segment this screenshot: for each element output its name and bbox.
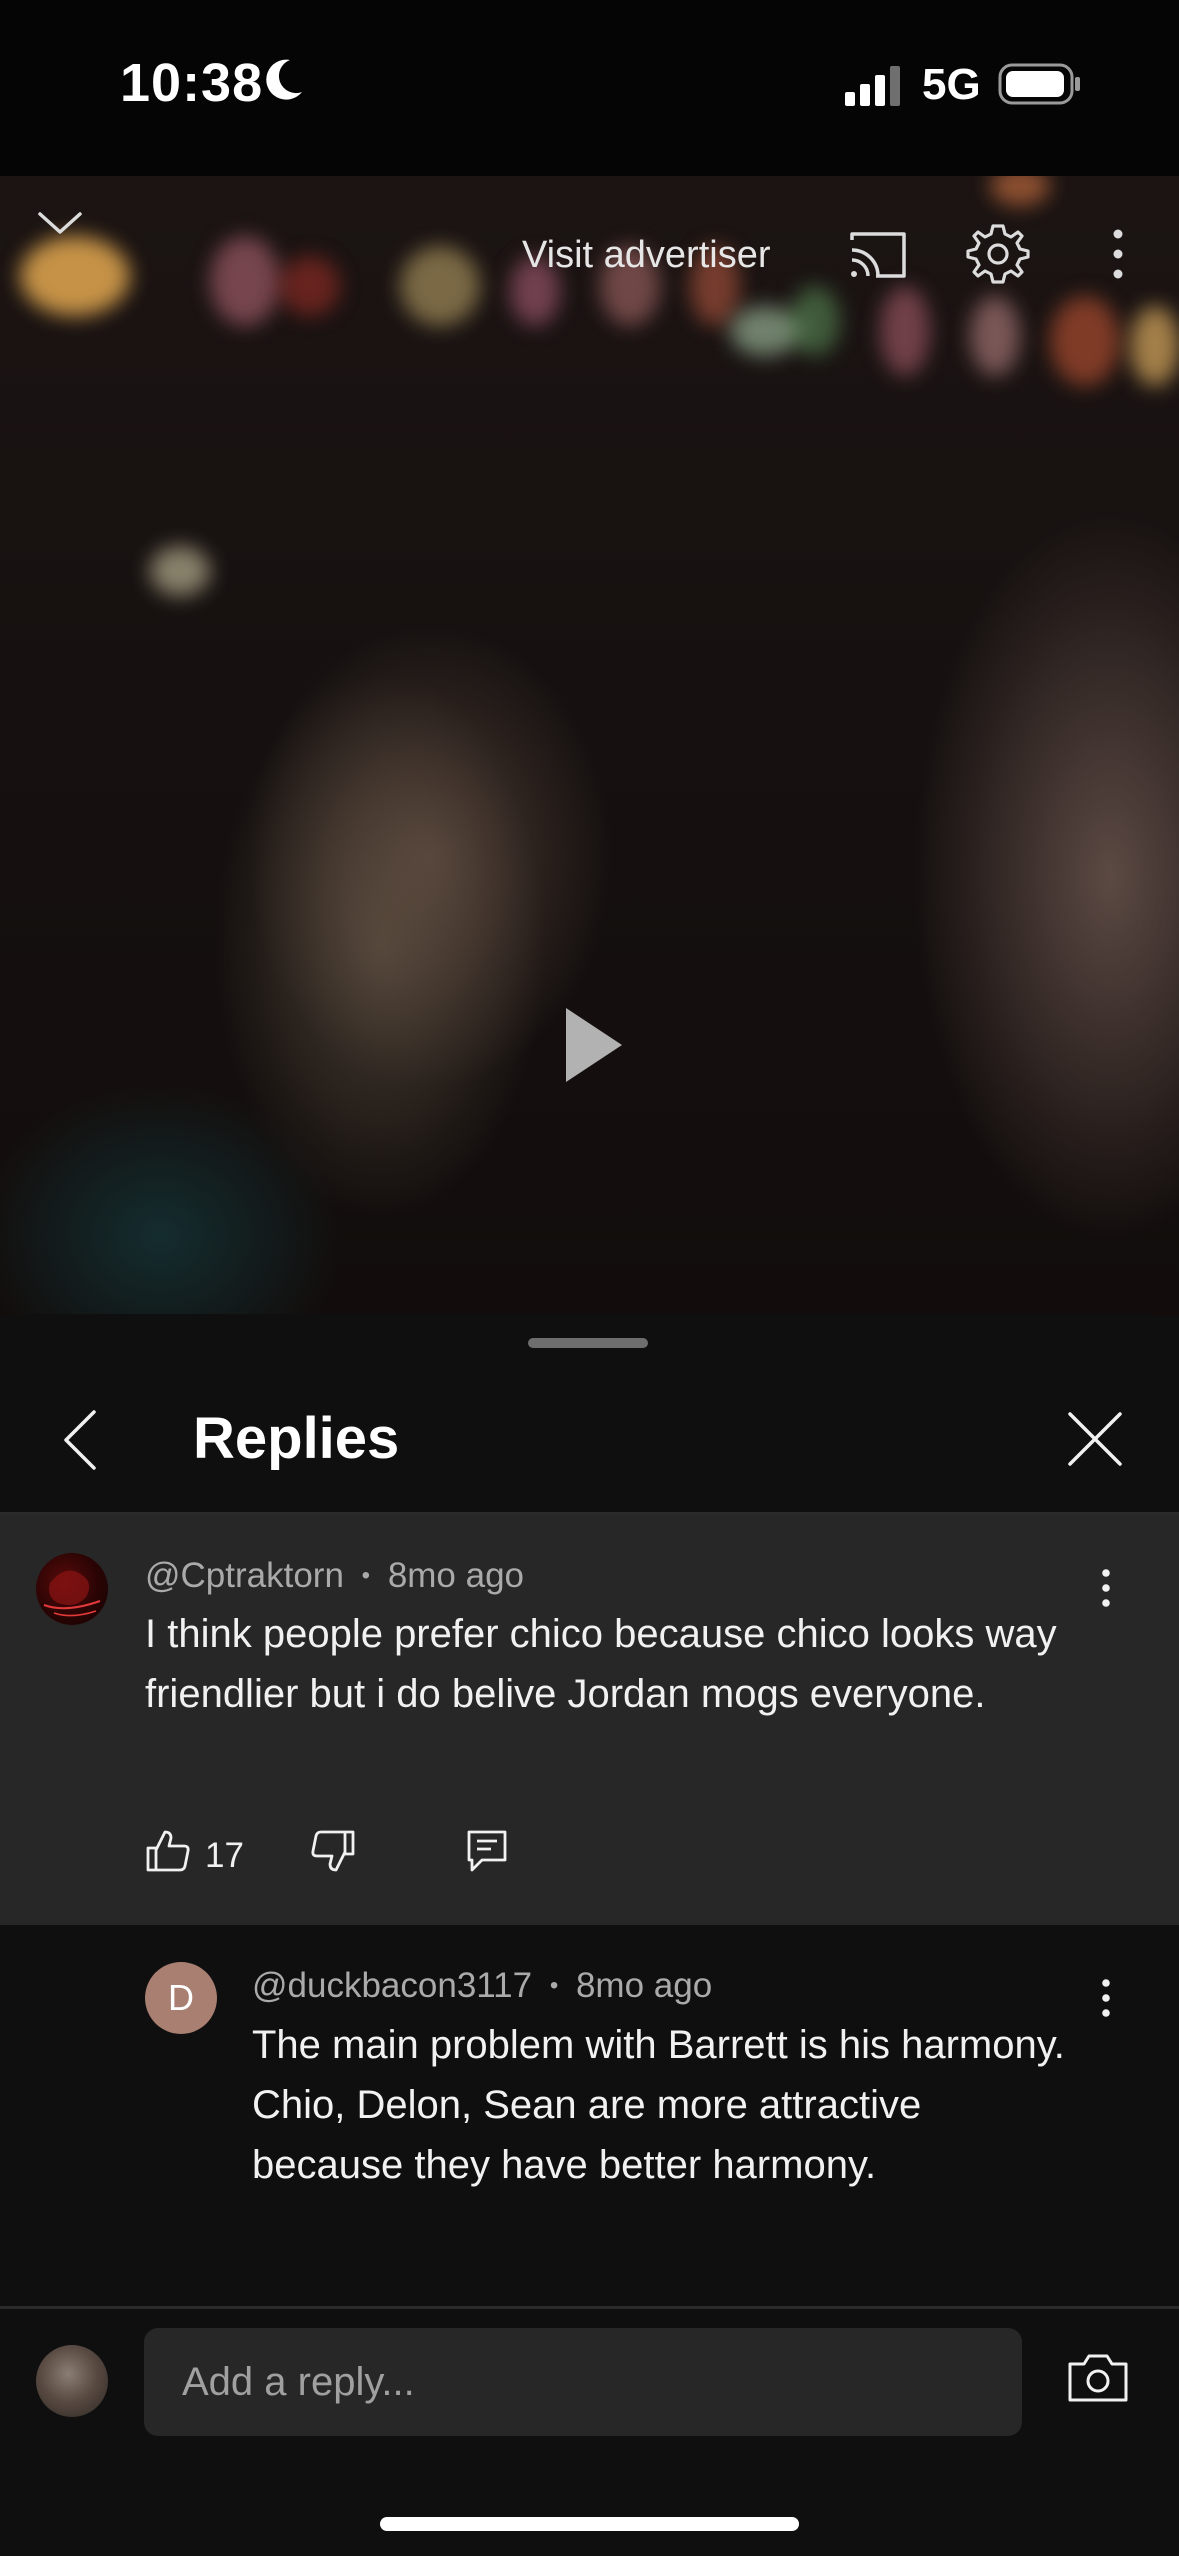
- status-time: 10:38: [120, 53, 264, 113]
- moon-icon: [262, 56, 306, 109]
- drag-handle[interactable]: [528, 1338, 648, 1348]
- home-indicator: [380, 2517, 799, 2531]
- reply-text: The main problem with Barrett is his har…: [252, 2023, 1065, 2187]
- reply-meta: @duckbacon3117 • 8mo ago: [252, 1966, 712, 2006]
- avatar[interactable]: [36, 1553, 108, 1625]
- play-icon[interactable]: [538, 1000, 638, 1095]
- network-type: 5G: [922, 60, 981, 109]
- comment-meta: @Cptraktorn • 8mo ago: [145, 1556, 524, 1596]
- avatar: [36, 2345, 108, 2417]
- battery-icon: [998, 62, 1082, 111]
- comment-author[interactable]: @Cptraktorn: [145, 1556, 344, 1595]
- close-icon[interactable]: [1066, 1410, 1124, 1473]
- camera-icon[interactable]: [1066, 2352, 1130, 2409]
- more-vertical-icon[interactable]: [1098, 1978, 1114, 2023]
- thumbs-up-icon[interactable]: [145, 1828, 191, 1879]
- meta-separator: •: [549, 1972, 559, 1999]
- gear-icon[interactable]: [966, 222, 1030, 291]
- signal-icon: [845, 66, 905, 111]
- reply-author[interactable]: @duckbacon3117: [252, 1966, 532, 2005]
- more-vertical-icon[interactable]: [1098, 1568, 1114, 1613]
- more-vertical-icon[interactable]: [1108, 228, 1128, 285]
- avatar[interactable]: D: [145, 1962, 217, 2034]
- thumbs-down-icon[interactable]: [310, 1828, 356, 1879]
- like-count: 17: [205, 1836, 244, 1875]
- chevron-down-icon[interactable]: [36, 208, 84, 243]
- comment-text: I think people prefer chico because chic…: [145, 1612, 1057, 1716]
- video-player[interactable]: [0, 176, 1179, 1316]
- meta-separator: •: [361, 1562, 371, 1589]
- reply-icon[interactable]: [464, 1828, 510, 1879]
- divider: [0, 2306, 1179, 2309]
- cast-icon[interactable]: [846, 228, 910, 287]
- visit-advertiser-link[interactable]: Visit advertiser: [522, 234, 771, 277]
- reply-time: 8mo ago: [575, 1966, 713, 2005]
- reply-input[interactable]: [144, 2328, 1022, 2436]
- comment-time: 8mo ago: [387, 1556, 525, 1595]
- panel-title: Replies: [193, 1406, 400, 1471]
- back-arrow-icon[interactable]: [60, 1408, 100, 1477]
